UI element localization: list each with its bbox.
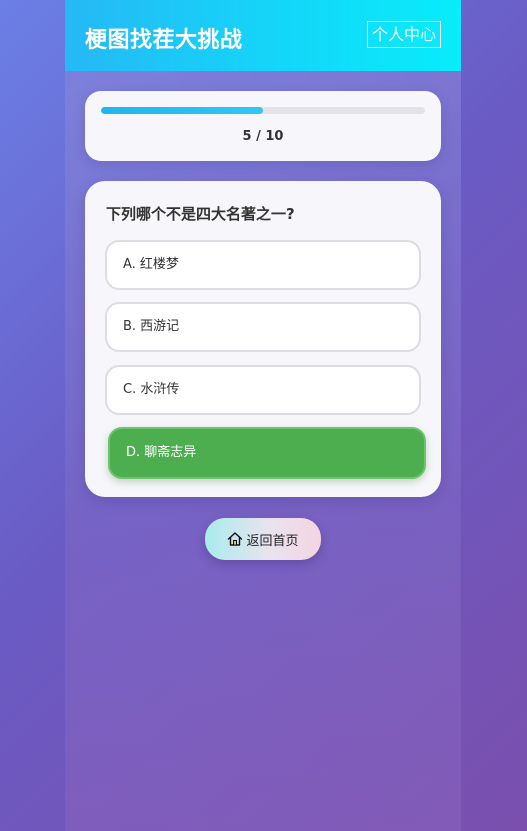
option-a[interactable]: A. 红楼梦 (105, 240, 421, 290)
home-button[interactable]: 返回首页 (205, 518, 321, 560)
progress-card: 5 / 10 (85, 91, 441, 161)
option-d[interactable]: D. 聊斋志异 (108, 427, 426, 479)
header-bar: 梗图找茬大挑战 个人中心 (65, 0, 461, 71)
home-button-label: 返回首页 (246, 533, 299, 549)
question-text: 下列哪个不是四大名著之一? (106, 205, 295, 223)
profile-button[interactable]: 个人中心 (367, 21, 441, 48)
app-container: 梗图找茬大挑战 个人中心 5 / 10 下列哪个不是四大名著之一? A. 红楼梦… (65, 0, 461, 831)
progress-bar (101, 107, 425, 114)
home-icon (227, 531, 243, 547)
question-card: 下列哪个不是四大名著之一? A. 红楼梦 B. 西游记 C. 水浒传 D. 聊斋… (85, 181, 441, 497)
progress-text: 5 / 10 (242, 129, 284, 144)
progress-fill (101, 107, 263, 114)
option-c[interactable]: C. 水浒传 (105, 365, 421, 415)
app-title: 梗图找茬大挑战 (85, 28, 243, 53)
option-b[interactable]: B. 西游记 (105, 302, 421, 352)
